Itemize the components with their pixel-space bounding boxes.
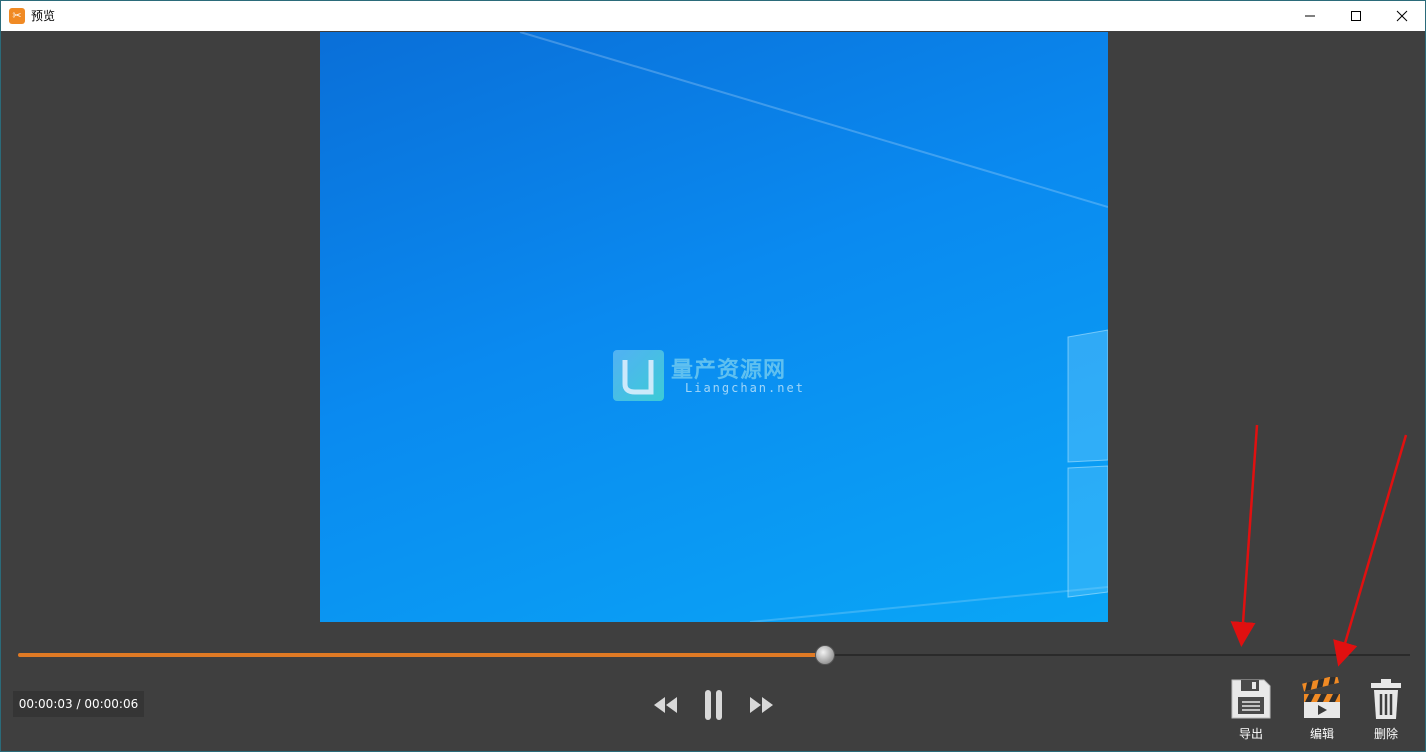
watermark-name: 量产资源网 <box>671 358 787 383</box>
close-icon <box>1396 10 1408 22</box>
edit-button[interactable]: 编辑 <box>1294 677 1350 743</box>
maximize-icon <box>1351 11 1361 21</box>
watermark: 量产资源网 Liangchan.net <box>613 350 833 404</box>
minimize-icon <box>1305 15 1315 17</box>
app-icon: ✂ <box>9 8 25 24</box>
clapperboard-icon <box>1302 677 1340 718</box>
preview-window: ✂ 预览 量产资源网 Liangchan.net 00:00:03 / 00:0… <box>0 0 1426 752</box>
rewind-icon <box>654 697 677 713</box>
title-bar: ✂ 预览 <box>1 1 1425 31</box>
window-title: 预览 <box>31 9 56 23</box>
save-disk-icon <box>1231 679 1271 719</box>
video-preview[interactable]: 量产资源网 Liangchan.net <box>320 32 1108 622</box>
watermark-url: Liangchan.net <box>685 381 805 395</box>
close-button[interactable] <box>1379 1 1425 31</box>
delete-button[interactable]: 删除 <box>1358 677 1414 743</box>
maximize-button[interactable] <box>1333 1 1379 31</box>
progress-bar[interactable] <box>18 645 1410 665</box>
trash-icon <box>1371 679 1401 719</box>
desktop-wallpaper-graphic <box>519 32 1108 622</box>
pause-icon <box>705 690 722 720</box>
rewind-button[interactable] <box>651 689 681 721</box>
watermark-logo-icon <box>613 350 664 401</box>
fast-forward-icon <box>750 697 773 713</box>
export-button[interactable]: 导出 <box>1223 677 1279 743</box>
export-label: 导出 <box>1238 727 1263 741</box>
minimize-button[interactable] <box>1287 1 1333 31</box>
progress-thumb[interactable] <box>815 645 836 665</box>
annotation-arrow-export <box>1230 424 1259 647</box>
fast-forward-button[interactable] <box>746 689 776 721</box>
pause-button[interactable] <box>701 689 727 721</box>
total-time: 00:00:06 <box>84 697 139 711</box>
progress-fill <box>18 653 826 657</box>
current-time: 00:00:03 <box>18 697 73 711</box>
annotation-arrow-edit <box>1333 434 1408 667</box>
time-display: 00:00:03 / 00:00:06 <box>13 691 144 717</box>
time-separator: / <box>76 697 81 711</box>
edit-label: 编辑 <box>1309 727 1334 741</box>
delete-label: 删除 <box>1373 727 1398 741</box>
